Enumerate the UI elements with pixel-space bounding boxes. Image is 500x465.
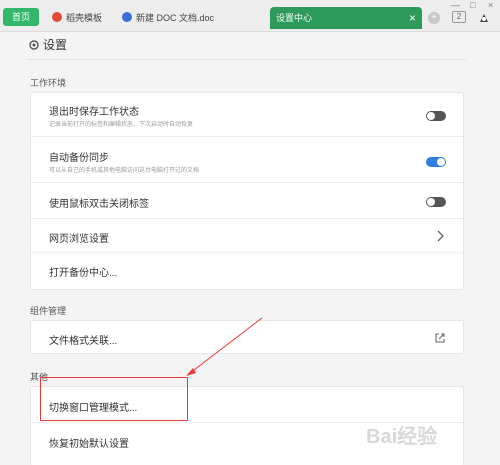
- divider: [26, 59, 466, 60]
- tab-home[interactable]: 首页: [3, 8, 39, 26]
- setting-row-save-state[interactable]: 退出时保存工作状态 记录当前打开的标签和编辑状态，下次启动时自动恢复: [31, 93, 463, 137]
- setting-row-file-association[interactable]: 文件格式关联...: [31, 321, 463, 355]
- external-link-icon: [435, 333, 445, 343]
- watermark-text: Bai经验: [366, 426, 438, 448]
- page-title: 设置: [28, 36, 67, 54]
- setting-description: 记录当前打开的标签和编辑状态，下次启动时自动恢复: [49, 122, 194, 128]
- annotation-highlight-box: [40, 377, 188, 421]
- section-title-components: 组件管理: [30, 306, 67, 316]
- tab-label: 稻壳模板: [66, 13, 103, 23]
- doc-blue-icon: [122, 12, 132, 22]
- setting-label: 自动备份同步: [49, 153, 109, 164]
- tab-label: 新建 DOC 文档.doc: [136, 13, 215, 23]
- setting-label: 使用鼠标双击关闭标签: [49, 199, 149, 210]
- setting-label: 打开备份中心...: [49, 268, 118, 279]
- section-title-work: 工作环境: [30, 78, 67, 88]
- work-settings-card: 退出时保存工作状态 记录当前打开的标签和编辑状态，下次启动时自动恢复 自动备份同…: [30, 92, 464, 290]
- setting-row-double-click-close[interactable]: 使用鼠标双击关闭标签: [31, 183, 463, 219]
- maximize-icon[interactable]: □: [470, 0, 475, 10]
- double-click-close-toggle[interactable]: [426, 197, 446, 207]
- setting-label: 退出时保存工作状态: [49, 107, 139, 118]
- minimize-icon[interactable]: —: [451, 0, 460, 10]
- setting-description: 可以从自己的手机或其他电脑访问这台电脑打开过的文档: [49, 168, 200, 174]
- setting-label: 恢复初始默认设置: [49, 439, 129, 450]
- window-close-icon[interactable]: ×: [488, 0, 493, 10]
- wps-red-icon: [52, 12, 62, 22]
- save-state-toggle[interactable]: [426, 111, 446, 121]
- setting-row-backup-center[interactable]: 打开备份中心...: [31, 253, 463, 289]
- setting-row-web-browsing[interactable]: 网页浏览设置: [31, 219, 463, 253]
- new-tab-plus-icon[interactable]: +: [428, 12, 440, 24]
- page-title-text: 设置: [43, 38, 68, 52]
- gear-icon: [29, 40, 39, 50]
- tab-new-doc[interactable]: 新建 DOC 文档.doc: [122, 9, 214, 27]
- chevron-right-icon: [437, 230, 444, 242]
- tab-settings-center[interactable]: 设置中心 ×: [270, 7, 422, 29]
- setting-row-auto-backup[interactable]: 自动备份同步 可以从自己的手机或其他电脑访问这台电脑打开过的文档: [31, 137, 463, 183]
- setting-label: 网页浏览设置: [49, 234, 109, 245]
- auto-backup-toggle[interactable]: [426, 157, 446, 167]
- component-settings-card: 文件格式关联...: [30, 320, 464, 354]
- close-icon[interactable]: ×: [409, 7, 416, 29]
- setting-label: 文件格式关联...: [49, 336, 118, 347]
- tab-docer-templates[interactable]: 稻壳模板: [52, 9, 102, 27]
- tab-bar: 首页 稻壳模板 新建 DOC 文档.doc 设置中心 × + 2 — □ ×: [0, 0, 500, 32]
- tab-count-badge[interactable]: 2: [452, 11, 466, 23]
- tab-label: 设置中心: [276, 13, 313, 23]
- user-avatar-icon[interactable]: [478, 12, 490, 24]
